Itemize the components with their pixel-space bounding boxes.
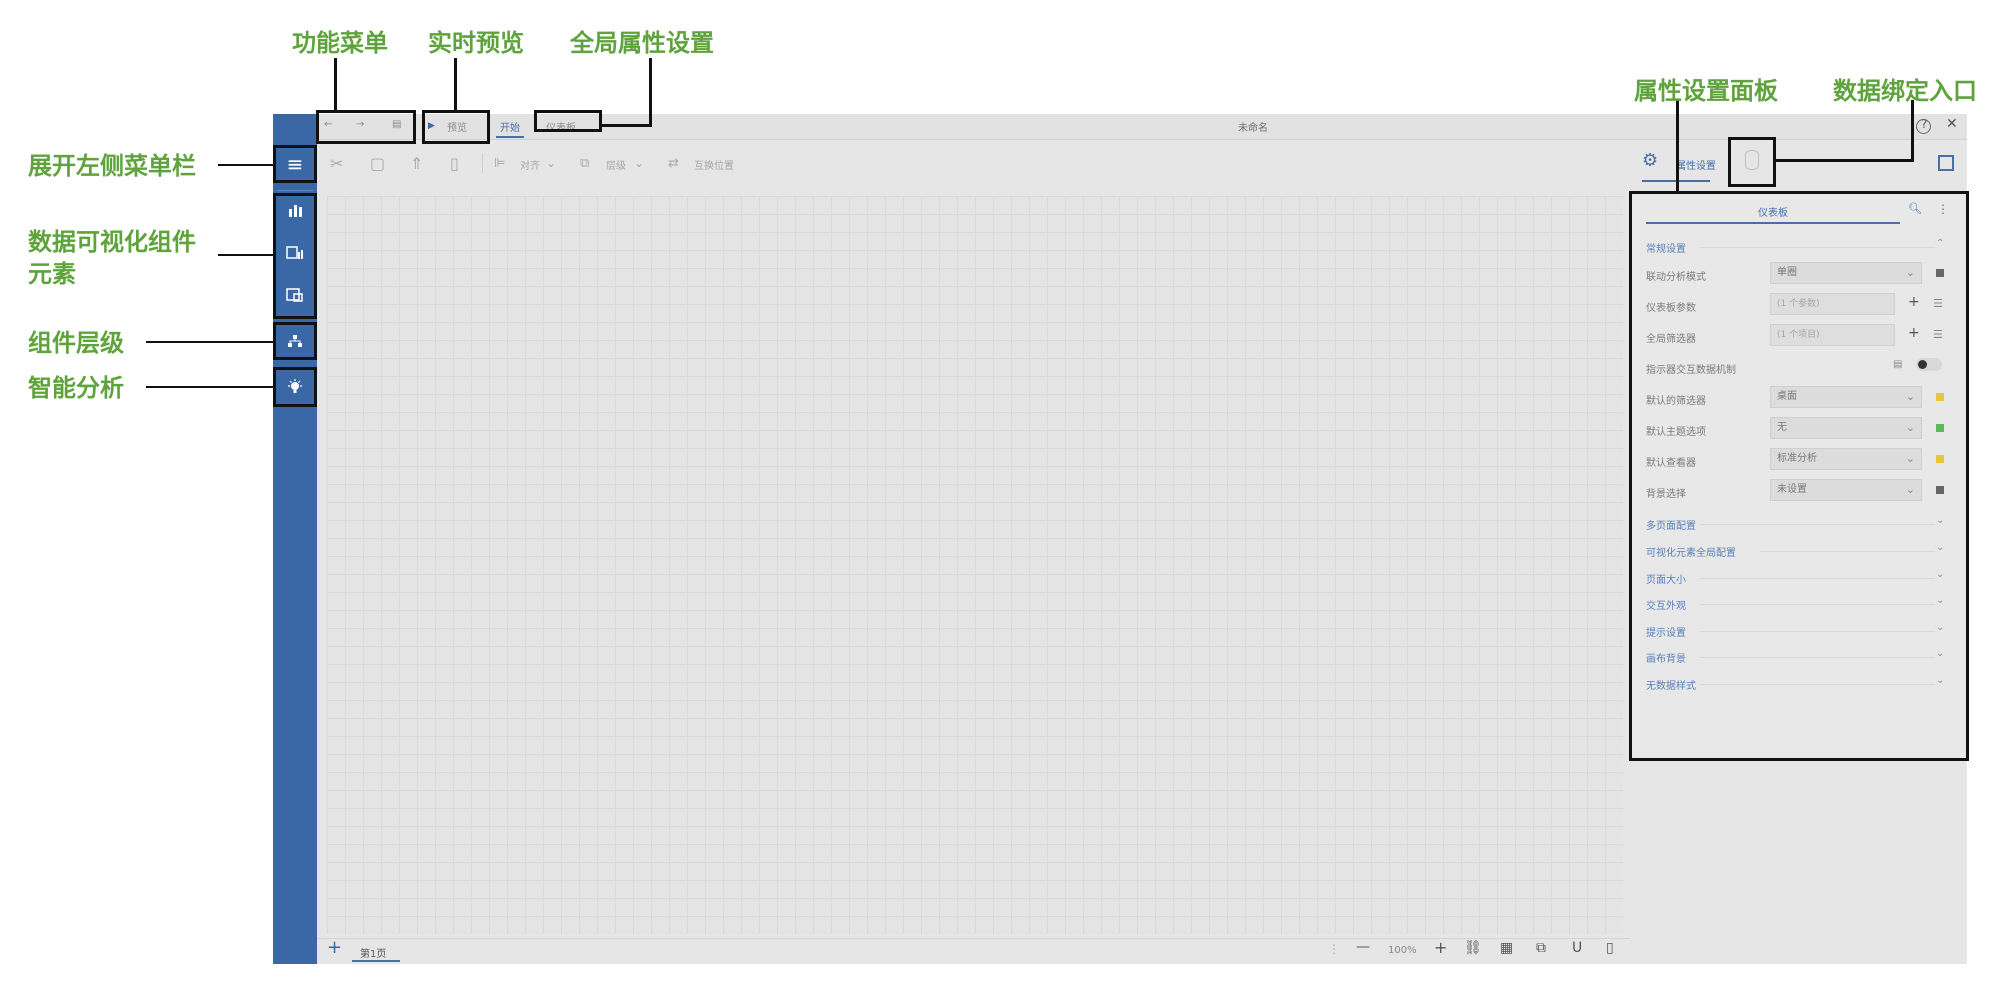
zoom-in-icon[interactable]: + [1434, 938, 1447, 957]
expand-menu-highlight [273, 145, 317, 183]
live-preview-highlight [422, 110, 490, 144]
global-settings-highlight [534, 110, 602, 132]
grid-icon[interactable]: ▦ [1500, 940, 1513, 956]
annotation-live-preview: 实时预览 [428, 29, 524, 57]
collapse-panel-icon[interactable] [1938, 155, 1954, 171]
document-title: 未命名 [1238, 123, 1268, 134]
annotation-smart-analysis: 智能分析 [28, 374, 124, 402]
align-icon[interactable]: ⊫ [494, 156, 505, 171]
page-tab-underline [352, 960, 400, 962]
layer-order-icon[interactable]: ⧉ [580, 156, 589, 171]
overlap-icon[interactable]: ⧉ [1536, 940, 1546, 956]
annotation-leader [146, 341, 274, 343]
annotation-leader [1911, 100, 1914, 162]
swap-icon[interactable]: ⇄ [668, 156, 679, 171]
add-page-icon[interactable]: + [327, 937, 342, 958]
annotation-leader [146, 386, 274, 388]
mobile-icon[interactable]: ▯ [1606, 940, 1614, 956]
copy-icon[interactable]: ▢ [370, 154, 385, 173]
delete-icon[interactable]: ▯ [450, 154, 459, 173]
property-panel-highlight [1629, 191, 1969, 761]
annotation-leader [218, 254, 274, 256]
smart-analysis-highlight [273, 367, 317, 407]
annotation-prop-panel: 属性设置面板 [1634, 77, 1778, 105]
cut-icon[interactable]: ✂ [330, 154, 343, 173]
annotation-leader [600, 124, 652, 127]
sidebar-divider [277, 190, 313, 191]
layer-highlight [273, 322, 317, 360]
page-tab[interactable]: 第1页 [360, 945, 386, 960]
annotation-leader [1676, 100, 1679, 192]
layer-order-dropdown[interactable]: 层级 [606, 157, 626, 172]
func-menu-highlight [316, 110, 416, 144]
annotation-leader [218, 164, 274, 166]
annotation-expand-left: 展开左侧菜单栏 [28, 152, 196, 180]
annotation-leader [334, 58, 337, 111]
tab-start-underline [496, 136, 524, 138]
zoom-level: 100% [1388, 945, 1417, 956]
annotation-leader [454, 58, 457, 111]
viz-components-highlight [273, 193, 317, 319]
screenshot-root: ≡ ← → ▤ ▶ 预览 开始 仪表板 未命名 ? ✕ ✂ ▢ ⇑ ▯ ⊫ 对齐… [0, 0, 2004, 992]
link-icon[interactable]: ⛓ [1464, 940, 1482, 956]
toolbar [317, 140, 1630, 190]
annotation-leader [649, 58, 652, 127]
close-icon[interactable]: ✕ [1946, 116, 1958, 132]
annotation-data-binding: 数据绑定入口 [1833, 77, 1977, 105]
gear-icon[interactable]: ⚙ [1642, 150, 1658, 171]
annotation-global-settings: 全局属性设置 [570, 29, 714, 57]
more-vertical-icon[interactable]: ⋮ [1328, 942, 1340, 956]
tab-properties[interactable]: 属性设置 [1676, 157, 1716, 172]
annotation-viz-line1: 数据可视化组件 [28, 228, 196, 256]
align-dropdown[interactable]: 对齐 [520, 157, 540, 172]
help-icon-ring [1916, 119, 1931, 134]
chevron-down-icon[interactable]: ⌄ [546, 156, 556, 170]
design-canvas[interactable] [327, 196, 1623, 934]
annotation-leader [1776, 159, 1914, 162]
swap-button[interactable]: 互换位置 [694, 157, 734, 172]
magnet-icon[interactable]: U [1572, 940, 1582, 956]
tab-start[interactable]: 开始 [500, 119, 520, 134]
chevron-down-icon[interactable]: ⌄ [634, 156, 644, 170]
annotation-layer: 组件层级 [28, 329, 124, 357]
annotation-func-menu: 功能菜单 [292, 29, 388, 57]
toolbar-divider [482, 153, 483, 173]
zoom-out-icon[interactable]: — [1356, 939, 1370, 955]
data-binding-highlight [1728, 137, 1776, 187]
paste-icon[interactable]: ⇑ [410, 154, 423, 173]
annotation-viz-line2: 元素 [28, 260, 76, 288]
